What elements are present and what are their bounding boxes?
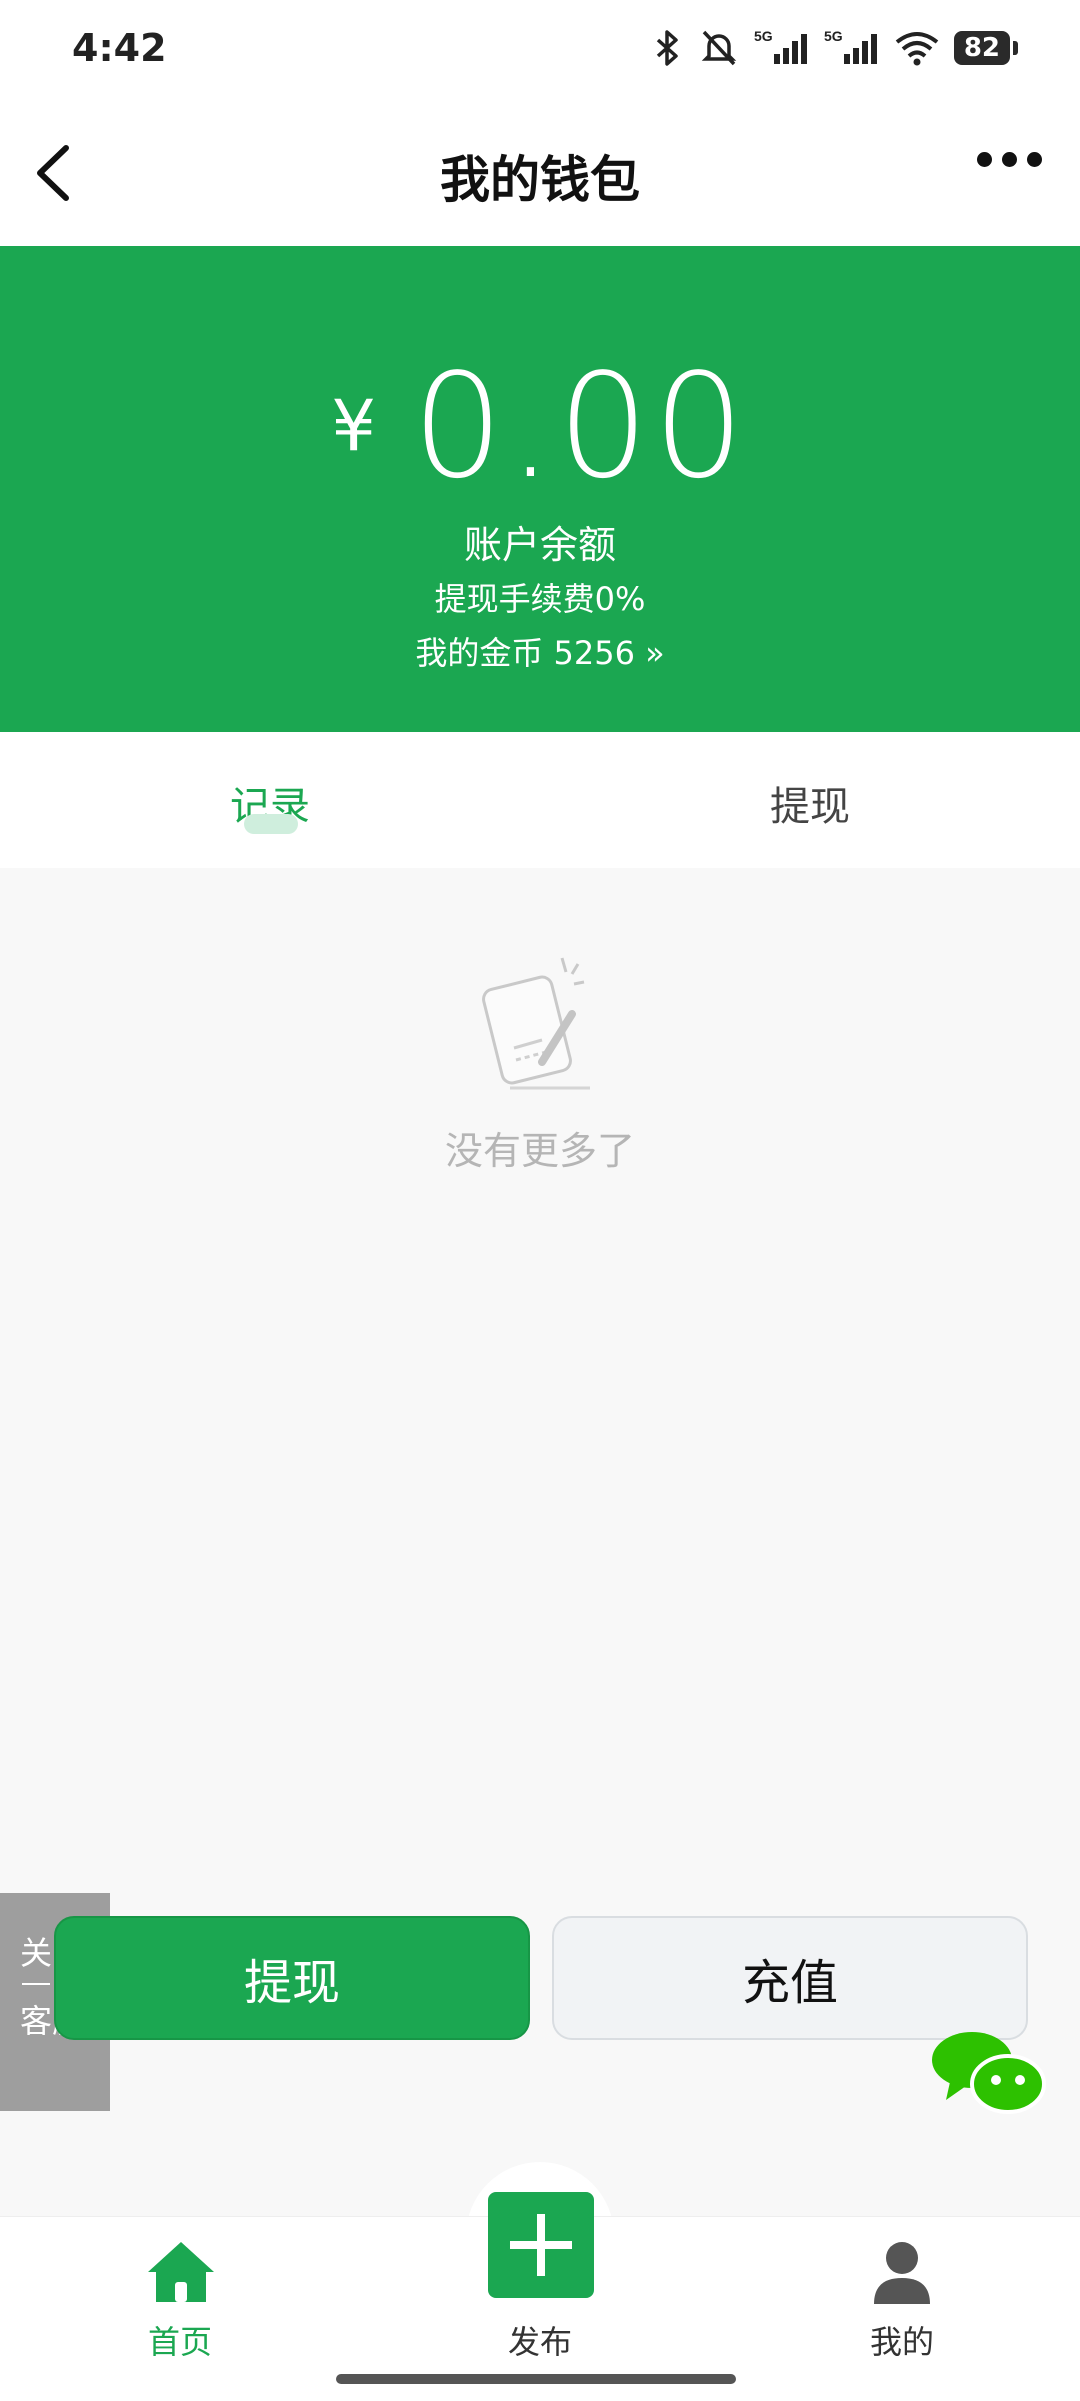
currency-symbol: ¥ <box>331 385 376 467</box>
balance-value: 0.00 <box>411 342 749 510</box>
post-button[interactable] <box>488 2192 594 2298</box>
empty-note-icon <box>482 957 590 1090</box>
nav-mine-label[interactable]: 我的 <box>822 2317 982 2363</box>
wechat-icon[interactable] <box>930 2030 1050 2120</box>
service-divider <box>22 1983 50 1985</box>
system-icons: 5G 5G 82 <box>650 28 1019 68</box>
bluetooth-icon <box>656 30 678 66</box>
tab-active-indicator <box>244 814 298 834</box>
tab-bar: 记录 提现 <box>0 732 1080 868</box>
page-title: 我的钱包 <box>440 151 640 209</box>
recharge-button[interactable]: 充值 <box>552 1916 1028 2040</box>
mute-bell-icon <box>701 30 737 66</box>
user-icon[interactable] <box>872 2240 932 2306</box>
signal-5g-icon: 5G <box>754 28 807 64</box>
tab-withdraw[interactable]: 提现 <box>770 774 850 832</box>
signal-5g-icon-2: 5G <box>824 28 877 64</box>
network-label-2: 5G <box>824 28 843 44</box>
status-bar: 4:42 5G 5G 82 <box>0 0 1080 100</box>
more-options-icon[interactable] <box>977 152 1042 167</box>
network-label: 5G <box>754 28 773 44</box>
nav-post-label[interactable]: 发布 <box>460 2317 620 2363</box>
my-coins-link[interactable]: 我的金币 5256 » <box>0 628 1080 674</box>
home-icon[interactable] <box>146 2240 216 2304</box>
nav-home-label[interactable]: 首页 <box>100 2317 260 2363</box>
withdraw-fee-text: 提现手续费0% <box>434 580 646 618</box>
balance-panel: ¥0.00 账户余额 提现手续费0% 我的金币 5256 » <box>0 246 1080 732</box>
withdraw-button[interactable]: 提现 <box>54 1916 530 2040</box>
nav-header: 我的钱包 <box>0 100 1080 246</box>
status-time: 4:42 <box>72 26 167 70</box>
plus-icon <box>510 2214 572 2276</box>
home-indicator <box>336 2374 736 2384</box>
balance-amount: ¥0.00 <box>0 342 1080 510</box>
wifi-icon <box>895 32 939 66</box>
balance-label: 账户余额 <box>463 523 616 567</box>
empty-state-text: 没有更多了 <box>444 1129 635 1173</box>
battery-indicator: 82 <box>953 31 1019 65</box>
